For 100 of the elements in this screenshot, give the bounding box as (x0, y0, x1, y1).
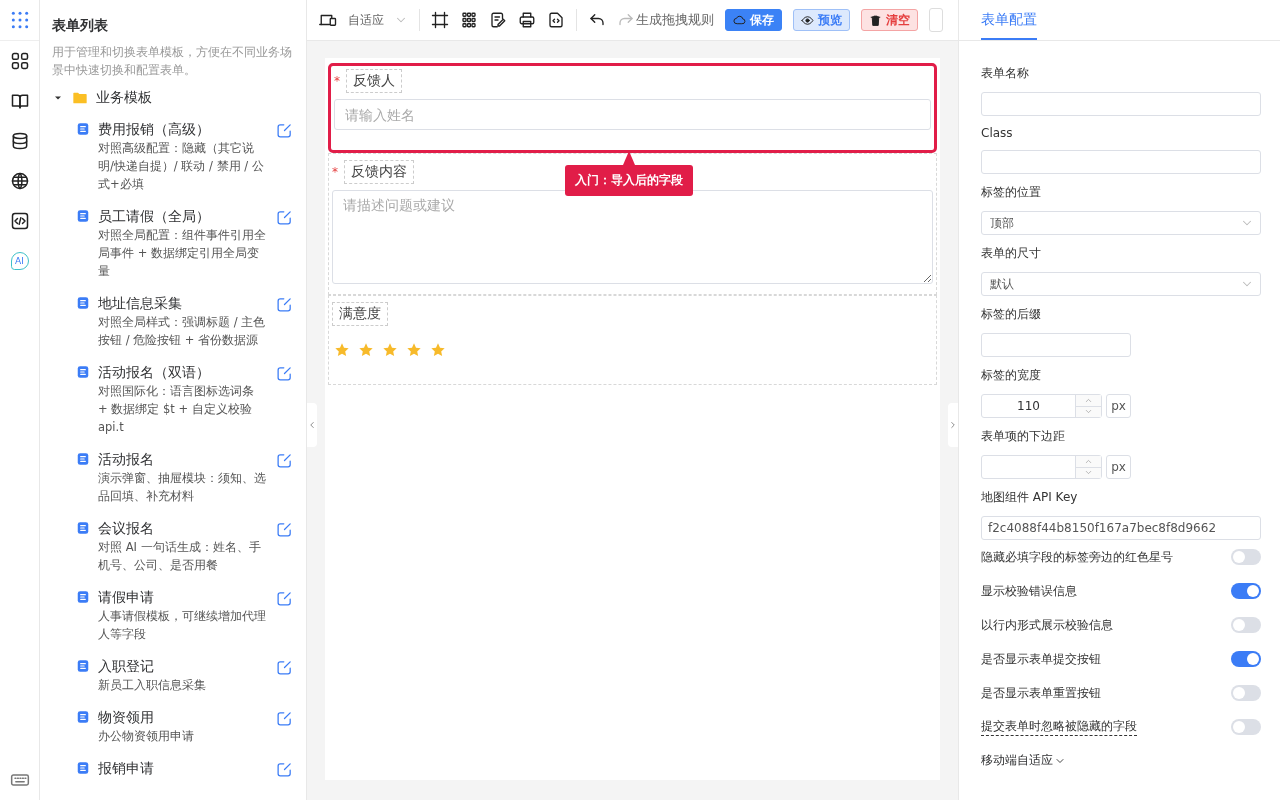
text-input[interactable] (981, 150, 1261, 174)
toggle-switch[interactable] (1231, 549, 1261, 565)
edit-icon[interactable] (276, 590, 293, 607)
field-label: 地图组件 API Key (981, 489, 1078, 506)
document-icon (76, 452, 90, 466)
field-label: 提交表单时忽略被隐藏的字段 (981, 718, 1137, 736)
globe-icon[interactable] (9, 171, 30, 191)
edit-icon[interactable] (276, 710, 293, 727)
template-title: 活动报名 (98, 450, 155, 469)
template-description: 对照全局样式：强调标题 / 主色按钮 / 危险按钮 + 省份数据源 (98, 314, 266, 349)
tab[interactable]: 表单配置 (981, 11, 1037, 40)
edit-icon[interactable] (276, 452, 293, 469)
field-label: 是否显示表单提交按钮 (981, 650, 1101, 668)
text-input[interactable] (981, 92, 1261, 116)
field-label: 反馈人 (346, 69, 402, 93)
star-icon[interactable] (382, 342, 398, 358)
panel-title: 表单列表 (52, 17, 109, 35)
edit-icon[interactable] (276, 521, 293, 538)
document-icon (76, 590, 90, 604)
template-title: 物资领用 (98, 708, 155, 727)
template-description: 对照 AI 一句话生成：姓名、手机号、公司、是否用餐 (98, 539, 262, 574)
generate-rules-button[interactable]: 生成拖拽规则 (636, 11, 714, 29)
edit-icon[interactable] (276, 296, 293, 313)
edit-icon[interactable] (276, 761, 293, 778)
document-icon (76, 659, 90, 673)
collapse-toggle[interactable]: 移动端自适应 (981, 752, 1066, 769)
select-field[interactable]: 顶部 (981, 211, 1261, 235)
folder-icon (72, 90, 88, 106)
field-label: 满意度 (332, 302, 388, 326)
template-title: 员工请假（全局） (98, 207, 211, 226)
template-item[interactable]: 员工请假（全局） 对照全局配置：组件事件引用全局事件 + 数据绑定引用全局变量 (76, 206, 294, 280)
toolbar-button[interactable]: 保存 (725, 9, 782, 31)
template-item[interactable]: 活动报名 演示弹窗、抽屉模块：须知、选品回填、补充材料 (76, 449, 294, 505)
device-select[interactable]: 自适应 (348, 11, 408, 29)
star-icon[interactable] (334, 342, 350, 358)
cloud-icon (733, 13, 746, 27)
form-field[interactable]: 满意度 (328, 295, 937, 385)
document-edit-icon[interactable] (489, 11, 507, 29)
document-icon (76, 365, 90, 379)
field-label: 表单名称 (981, 65, 1029, 82)
template-description: 对照国际化：语言图标选词条 + 数据绑定 $t + 自定义校验 api.t (98, 383, 255, 436)
star-icon[interactable] (430, 342, 446, 358)
folder-tree-item[interactable]: 业务模板 (52, 89, 294, 107)
collapse-handle[interactable] (307, 403, 317, 447)
unit-label: px (1106, 455, 1131, 479)
textarea-input[interactable]: 请描述问题或建议 (332, 190, 933, 284)
chevron-right-icon (948, 420, 958, 430)
file-code-icon[interactable] (547, 11, 565, 29)
document-icon (76, 761, 90, 775)
template-item[interactable]: 地址信息采集 对照全局样式：强调标题 / 主色按钮 / 危险按钮 + 省份数据源 (76, 293, 294, 349)
star-icon[interactable] (406, 342, 422, 358)
template-description: 演示弹窗、抽屉模块：须知、选品回填、补充材料 (98, 470, 266, 505)
template-item[interactable]: 入职登记 新员工入职信息采集 (76, 656, 294, 694)
edit-icon[interactable] (276, 659, 293, 676)
field-label: 反馈内容 (344, 160, 414, 184)
text-input[interactable]: f2c4088f44b8150f167a7bec8f8d9662 (981, 516, 1261, 540)
field-label: Class (981, 126, 1013, 140)
template-item[interactable]: 报销申请 (76, 758, 294, 778)
required-asterisk: * (332, 165, 338, 179)
template-item[interactable]: 活动报名（双语） 对照国际化：语言图标选词条 + 数据绑定 $t + 自定义校验 api.t (76, 362, 294, 436)
field-label: 以行内形式展示校验信息 (981, 616, 1113, 634)
template-title: 请假申请 (98, 588, 155, 607)
grid-icon[interactable] (460, 11, 478, 29)
toggle-switch[interactable] (1231, 685, 1261, 701)
document-icon (76, 296, 90, 310)
document-icon (76, 521, 90, 535)
trash-icon (869, 13, 882, 27)
field-label: 标签的宽度 (981, 367, 1041, 384)
field-label: 显示校验错误信息 (981, 582, 1077, 600)
template-item[interactable]: 请假申请 人事请假模板，可继续增加代理人等字段 (76, 587, 294, 643)
printer-icon[interactable] (518, 11, 536, 29)
toggle-switch[interactable] (1231, 651, 1261, 667)
chevron-left-icon (307, 420, 317, 430)
toggle-switch[interactable] (1231, 617, 1261, 633)
toggle-switch[interactable] (1231, 719, 1261, 735)
document-icon (76, 122, 90, 136)
template-title: 会议报名 (98, 519, 155, 538)
collapse-handle[interactable] (948, 403, 958, 447)
toggle-switch[interactable] (1231, 583, 1261, 599)
edit-icon[interactable] (276, 122, 293, 139)
template-item[interactable]: 物资领用 办公物资领用申请 (76, 707, 294, 745)
app-grid-icon[interactable] (9, 10, 30, 30)
edit-icon[interactable] (276, 209, 293, 226)
template-description: 对照全局配置：组件事件引用全局事件 + 数据绑定引用全局变量 (98, 227, 266, 280)
template-item[interactable]: 费用报销（高级） 对照高级配置：隐藏（其它说明/快递自提）/ 联动 / 禁用 / 公式+必填 (76, 119, 294, 193)
template-title: 入职登记 (98, 657, 155, 676)
text-input[interactable]: 请输入姓名 (334, 99, 931, 130)
star-icon[interactable] (358, 342, 374, 358)
edit-icon[interactable] (276, 365, 293, 382)
select-field[interactable]: 默认 (981, 272, 1261, 296)
crop-frame-icon[interactable] (431, 11, 449, 29)
template-description: 对照高级配置：隐藏（其它说明/快递自提）/ 联动 / 禁用 / 公式+必填 (98, 140, 265, 193)
panel-description: 用于管理和切换表单模板，方便在不同业务场景中快速切换和配置表单。 (52, 44, 293, 79)
text-input[interactable] (981, 333, 1131, 357)
field-label: 标签的后缀 (981, 306, 1041, 323)
field-label: 表单的尺寸 (981, 245, 1041, 262)
four-squares-icon[interactable] (9, 51, 30, 71)
template-item[interactable]: 会议报名 对照 AI 一句话生成：姓名、手机号、公司、是否用餐 (76, 518, 294, 574)
book-icon[interactable] (9, 91, 30, 111)
code-icon[interactable] (9, 211, 30, 231)
